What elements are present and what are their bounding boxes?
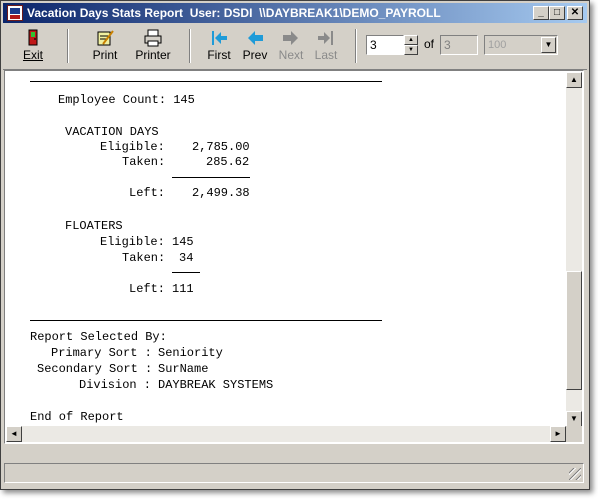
last-label: Last bbox=[314, 48, 338, 62]
next-page-button[interactable]: Next bbox=[271, 27, 311, 65]
spin-down-icon[interactable]: ▼ bbox=[404, 45, 418, 55]
flt-taken-value: 34 bbox=[179, 251, 194, 265]
report-viewer: Employee Count: 145 VACATION DAYS Eligib… bbox=[4, 70, 584, 444]
flt-left-value: 111 bbox=[172, 282, 194, 296]
employee-count-label: Employee Count: bbox=[58, 93, 167, 107]
flt-left-label: Left: bbox=[129, 282, 166, 296]
secondary-sort-value: SurName bbox=[158, 362, 209, 376]
vac-left-value: 2,499.38 bbox=[192, 186, 250, 200]
print-label: Print bbox=[92, 48, 118, 62]
window-title: Vacation Days Stats Report User: DSDI \\… bbox=[27, 6, 441, 20]
page-spinner[interactable]: ▲ ▼ bbox=[404, 35, 418, 55]
page-number-input[interactable]: 3 bbox=[366, 35, 404, 55]
title-bar[interactable]: Vacation Days Stats Report User: DSDI \\… bbox=[3, 3, 587, 23]
vertical-scroll-thumb[interactable] bbox=[566, 271, 582, 390]
zoom-select[interactable]: 100 ▼ bbox=[484, 35, 558, 55]
first-page-arrow-icon bbox=[209, 29, 229, 47]
exit-label: Exit bbox=[22, 48, 43, 62]
vac-eligible-label: Eligible: bbox=[100, 140, 165, 154]
vac-taken-label: Taken: bbox=[122, 155, 166, 169]
end-of-report: End of Report bbox=[30, 410, 124, 424]
vac-taken-value: 285.62 bbox=[206, 155, 250, 169]
exit-button[interactable]: Exit bbox=[13, 27, 53, 65]
last-page-button[interactable]: Last bbox=[306, 27, 346, 65]
scroll-down-icon[interactable]: ▼ bbox=[566, 411, 582, 427]
flt-eligible-label: Eligible: bbox=[100, 235, 165, 249]
first-page-button[interactable]: First bbox=[199, 27, 239, 65]
printer-button[interactable]: Printer bbox=[133, 27, 173, 65]
flt-taken-label: Taken: bbox=[122, 251, 166, 265]
vac-left-label: Left: bbox=[129, 186, 166, 200]
last-page-arrow-icon bbox=[316, 29, 336, 47]
minimize-button[interactable]: _ bbox=[533, 6, 549, 20]
sum-line bbox=[172, 177, 250, 178]
scrollbar-corner bbox=[566, 426, 582, 442]
employee-count-row: Employee Count: 145 bbox=[58, 93, 195, 107]
flt-eligible-value: 145 bbox=[172, 235, 194, 249]
divider-line bbox=[30, 81, 382, 82]
app-icon bbox=[7, 5, 23, 21]
divider-line bbox=[30, 320, 382, 321]
sum-line bbox=[172, 272, 200, 273]
toolbar-separator bbox=[67, 29, 69, 63]
prev-label: Prev bbox=[242, 48, 268, 62]
close-button[interactable]: ✕ bbox=[567, 6, 583, 20]
print-button[interactable]: Print bbox=[85, 27, 125, 65]
print-pencil-icon bbox=[95, 29, 115, 47]
next-label: Next bbox=[278, 48, 304, 62]
next-arrow-icon bbox=[281, 29, 301, 47]
division-label: Division : bbox=[79, 378, 152, 392]
chevron-down-icon[interactable]: ▼ bbox=[541, 37, 556, 53]
report-window: Vacation Days Stats Report User: DSDI \\… bbox=[0, 0, 590, 490]
floaters-heading: FLOATERS bbox=[65, 219, 123, 233]
of-label: of bbox=[424, 37, 435, 51]
first-label: First bbox=[207, 48, 231, 62]
total-pages-field: 3 bbox=[440, 35, 478, 55]
primary-sort-value: Seniority bbox=[158, 346, 223, 360]
maximize-button[interactable]: □ bbox=[549, 6, 565, 20]
exit-door-icon bbox=[23, 29, 43, 47]
vacation-days-heading: VACATION DAYS bbox=[65, 125, 159, 139]
status-bar bbox=[4, 463, 584, 483]
resize-grip-icon[interactable] bbox=[569, 468, 581, 480]
primary-sort-label: Primary Sort : bbox=[51, 346, 152, 360]
secondary-sort-label: Secondary Sort : bbox=[37, 362, 153, 376]
selected-by-label: Report Selected By: bbox=[30, 330, 167, 344]
scroll-up-icon[interactable]: ▲ bbox=[566, 72, 582, 88]
toolbar-separator bbox=[189, 29, 191, 63]
toolbar-separator bbox=[355, 29, 357, 63]
division-value: DAYBREAK SYSTEMS bbox=[158, 378, 274, 392]
vac-eligible-value: 2,785.00 bbox=[192, 140, 250, 154]
scroll-left-icon[interactable]: ◄ bbox=[6, 426, 22, 442]
prev-page-button[interactable]: Prev bbox=[235, 27, 275, 65]
spin-up-icon[interactable]: ▲ bbox=[404, 35, 418, 45]
toolbar: Exit Print Printer First Prev Next Last … bbox=[3, 25, 587, 70]
employee-count-value: 145 bbox=[173, 93, 195, 107]
zoom-value: 100 bbox=[488, 39, 507, 51]
vertical-scrollbar[interactable]: ▲ ▼ bbox=[566, 72, 582, 427]
printer-icon bbox=[143, 29, 163, 47]
printer-label: Printer bbox=[135, 48, 171, 62]
report-page: Employee Count: 145 VACATION DAYS Eligib… bbox=[6, 72, 566, 427]
prev-arrow-icon bbox=[245, 29, 265, 47]
horizontal-scrollbar[interactable]: ◄ ► bbox=[6, 426, 566, 442]
scroll-right-icon[interactable]: ► bbox=[550, 426, 566, 442]
